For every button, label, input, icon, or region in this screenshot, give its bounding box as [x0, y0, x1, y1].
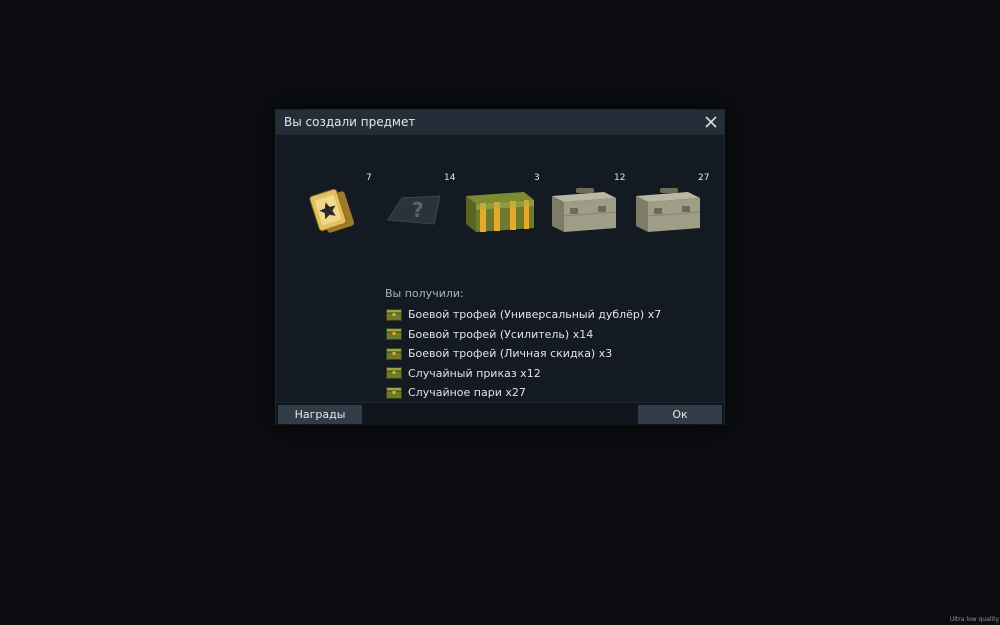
item-unknown[interactable]: 14 ?	[378, 172, 458, 252]
unknown-item-icon: ?	[387, 195, 441, 225]
list-item: Случайный приказ x12	[386, 364, 661, 384]
star-cards-icon	[309, 188, 355, 233]
crafting-result-dialog: Вы создали предмет 7 14 ? 3 12 27 Вы пол…	[276, 110, 724, 425]
item-star-cards[interactable]: 7	[300, 172, 380, 252]
rewards-button[interactable]: Награды	[278, 405, 362, 424]
reward-text: Случайный приказ x12	[408, 366, 541, 380]
ok-button[interactable]: Ок	[638, 405, 722, 424]
reward-text: Случайное пари x27	[408, 386, 526, 400]
reward-text: Боевой трофей (Универсальный дублёр) x7	[408, 308, 662, 322]
ammo-box-icon	[636, 188, 701, 232]
reward-text: Боевой трофей (Усилитель) x14	[408, 327, 594, 341]
trophy-chest-icon	[386, 347, 402, 360]
trophy-chest-icon	[386, 367, 402, 380]
dialog-footer: Награды Ок	[276, 402, 724, 425]
trophy-chest-icon	[386, 308, 402, 321]
list-item: Боевой трофей (Усилитель) x14	[386, 325, 661, 345]
list-item: Случайное пари x27	[386, 383, 661, 403]
trophy-chest-icon	[386, 386, 402, 399]
rewards-list: Боевой трофей (Универсальный дублёр) x7 …	[386, 305, 661, 403]
ammo-box-icon	[552, 188, 617, 232]
reward-text: Боевой трофей (Личная скидка) x3	[408, 347, 613, 361]
quality-label: Ultra low quality	[949, 616, 999, 623]
dialog-titlebar: Вы создали предмет	[276, 110, 724, 135]
item-ammo-box[interactable]: 12	[546, 172, 626, 252]
item-golden-chest[interactable]: 3	[462, 172, 542, 252]
received-label: Вы получили:	[385, 287, 464, 300]
dialog-title: Вы создали предмет	[284, 115, 416, 129]
close-icon[interactable]	[703, 114, 719, 130]
item-ammo-box[interactable]: 27	[630, 172, 710, 252]
list-item: Боевой трофей (Личная скидка) x3	[386, 344, 661, 364]
list-item: Боевой трофей (Универсальный дублёр) x7	[386, 305, 661, 325]
svg-text:?: ?	[412, 198, 424, 222]
trophy-chest-icon	[386, 328, 402, 341]
golden-chest-icon	[466, 192, 534, 232]
